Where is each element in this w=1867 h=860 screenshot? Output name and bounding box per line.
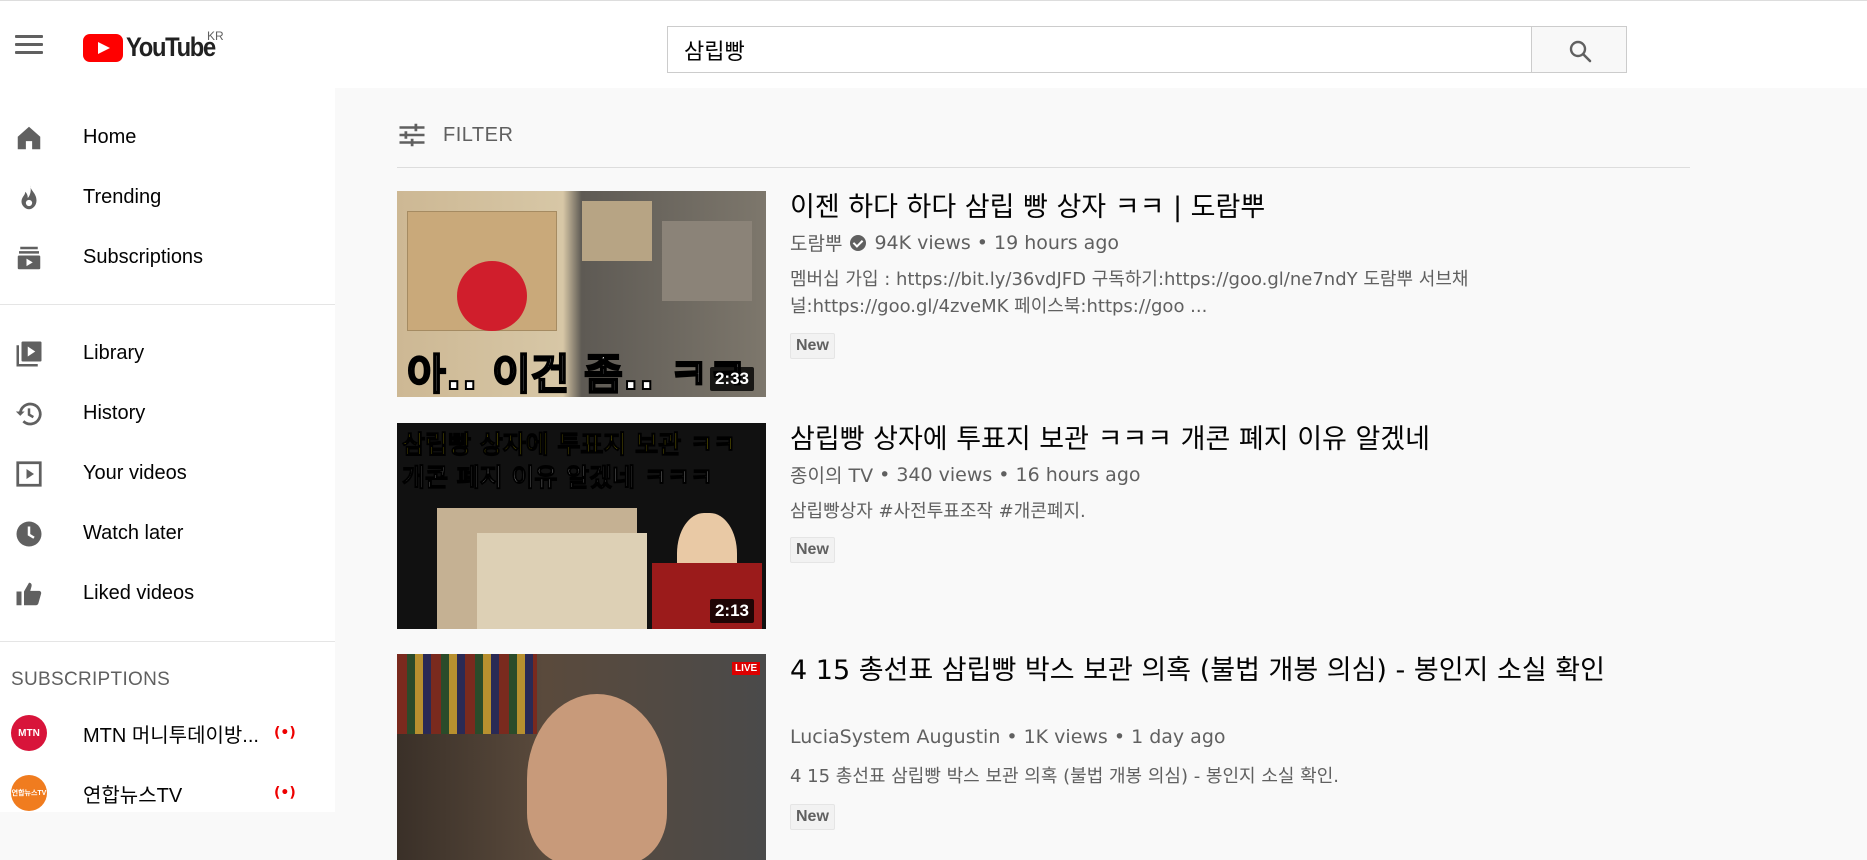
video-description: 삼립빵상자 #사전투표조작 #개콘폐지. <box>790 501 1086 522</box>
view-count: 340 views <box>896 463 993 486</box>
video-duration: 2:33 <box>709 367 754 391</box>
sidebar-item-library[interactable]: Library <box>0 323 335 383</box>
sidebar-divider <box>0 641 335 642</box>
channel-name[interactable]: LuciaSystem Augustin <box>790 726 1000 748</box>
sidebar-item-liked-videos[interactable]: Liked videos <box>0 563 335 623</box>
subscription-channel-yonhap[interactable]: 연합뉴스TV 연합뉴스TV (•) <box>0 763 335 823</box>
search-button[interactable] <box>1531 26 1627 73</box>
channel-avatar: MTN <box>11 715 47 751</box>
trending-icon <box>21 185 37 210</box>
thumbnail-caption: 아.. 이건 좀.. ㅋㅋ <box>406 349 748 397</box>
thumbs-up-icon <box>16 582 42 606</box>
new-badge: New <box>790 804 835 830</box>
channel-name[interactable]: 종이의 TV <box>790 461 873 488</box>
new-badge: New <box>790 537 835 563</box>
channel-name: MTN 머니투데이방... <box>83 724 259 747</box>
view-count: 94K views <box>874 231 971 254</box>
video-thumbnail[interactable]: LIVE <box>397 654 766 860</box>
video-thumbnail[interactable]: 삼립빵 상자에 투표지 보관 ㅋㅋ 개콘 폐지 이유 알겠네 ㅋㅋㅋ 2:13 <box>397 423 766 629</box>
subscription-channel-mtn[interactable]: MTN MTN 머니투데이방... (•) <box>0 703 335 763</box>
subscriptions-heading: SUBSCRIPTIONS <box>11 669 171 690</box>
live-broadcast-icon: (•) <box>274 725 296 741</box>
channel-name: 연합뉴스TV <box>83 784 183 807</box>
upload-age: 16 hours ago <box>1015 463 1141 486</box>
meta-separator: • <box>976 231 988 254</box>
your-videos-icon <box>16 461 42 487</box>
youtube-play-icon <box>83 33 123 62</box>
search-input[interactable] <box>668 27 1530 72</box>
search-icon <box>1569 40 1592 63</box>
live-label: LIVE <box>732 662 761 675</box>
subscriptions-icon <box>17 246 41 270</box>
sidebar-item-home[interactable]: Home <box>0 107 335 167</box>
sidebar-item-label: Watch later <box>83 521 184 544</box>
sidebar-item-label: Your videos <box>83 461 187 484</box>
sidebar-item-label: History <box>83 401 146 424</box>
view-count: 1K views <box>1023 726 1108 748</box>
channel-avatar: 연합뉴스TV <box>11 775 47 811</box>
sidebar-item-label: Liked videos <box>83 581 195 604</box>
live-broadcast-icon: (•) <box>274 785 296 801</box>
sidebar-item-label: Library <box>83 341 145 364</box>
video-description: 멤버십 가입 : https://bit.ly/36vdJFD 구독하기:htt… <box>790 269 1469 317</box>
new-badge: New <box>790 333 835 359</box>
sidebar-item-label: Home <box>83 125 137 148</box>
thumbnail-caption-line2: 개콘 폐지 이유 알겠네 ㅋㅋㅋ <box>402 463 714 493</box>
sidebar-item-trending[interactable]: Trending <box>0 167 335 227</box>
meta-separator: • <box>879 463 891 486</box>
upload-age: 19 hours ago <box>994 231 1120 254</box>
sidebar-item-subscriptions[interactable]: Subscriptions <box>0 227 335 287</box>
sidebar-item-your-videos[interactable]: Your videos <box>0 443 335 503</box>
verified-check-icon <box>850 234 867 251</box>
youtube-logo[interactable]: YouTube KR <box>83 29 227 63</box>
history-icon <box>15 402 42 426</box>
video-metadata: 도람뿌 94K views • 19 hours ago <box>790 229 1119 256</box>
video-thumbnail[interactable]: 아.. 이건 좀.. ㅋㅋ 2:33 <box>397 191 766 397</box>
filter-divider <box>397 167 1690 168</box>
thumbnail-caption-line1: 삼립빵 상자에 투표지 보관 ㅋㅋ <box>402 430 737 460</box>
video-metadata: LuciaSystem Augustin • 1K views • 1 day … <box>790 726 1226 748</box>
upload-age: 1 day ago <box>1131 726 1226 748</box>
video-metadata: 종이의 TV • 340 views • 16 hours ago <box>790 461 1141 488</box>
video-description: 4 15 총선표 삼립빵 박스 보관 의혹 (불법 개봉 의심) - 봉인지 소… <box>790 766 1339 787</box>
home-icon <box>17 126 41 150</box>
meta-separator: • <box>1113 726 1126 748</box>
search-box <box>667 26 1532 73</box>
sidebar-item-label: Subscriptions <box>83 245 204 268</box>
guide-menu-icon[interactable] <box>12 30 46 64</box>
filter-sliders-icon <box>399 123 425 147</box>
meta-separator: • <box>1006 726 1018 748</box>
masthead: YouTube KR <box>0 4 1867 88</box>
country-code: KR <box>207 29 224 43</box>
watch-later-icon <box>16 521 42 547</box>
library-icon <box>16 341 42 367</box>
sidebar-item-history[interactable]: History <box>0 383 335 443</box>
channel-name[interactable]: 도람뿌 <box>790 229 842 256</box>
meta-separator: • <box>998 463 1010 486</box>
sidebar-item-label: Trending <box>83 185 162 208</box>
sidebar: Home Trending Subscriptions Library Hist… <box>0 88 335 812</box>
video-duration: 2:13 <box>709 599 754 623</box>
video-title[interactable]: 삼립빵 상자에 투표지 보관 ㅋㅋㅋ 개콘 폐지 이유 알겠네 <box>790 423 1610 457</box>
sidebar-item-watch-later[interactable]: Watch later <box>0 503 335 563</box>
filter-button[interactable]: FILTER <box>397 120 513 150</box>
logo-text: YouTube <box>126 32 216 62</box>
video-title[interactable]: 4 15 총선표 삼립빵 박스 보관 의혹 (불법 개봉 의심) - 봉인지 소… <box>790 654 1610 688</box>
sidebar-divider <box>0 304 335 305</box>
filter-label: FILTER <box>443 123 514 146</box>
video-title[interactable]: 이젠 하다 하다 삼립 빵 상자 ㅋㅋ | 도람뿌 <box>790 191 1610 225</box>
